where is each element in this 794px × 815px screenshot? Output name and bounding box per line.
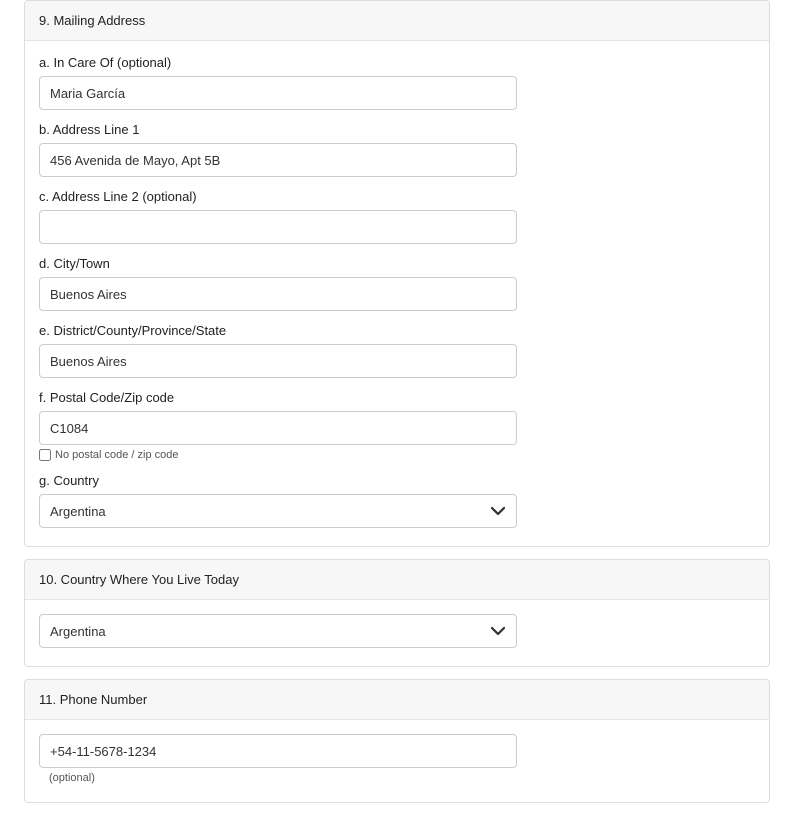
field-country: g. Country Argentina [39,473,755,528]
section-phone-number: 11. Phone Number (optional) [24,679,770,803]
label-postal-code: f. Postal Code/Zip code [39,390,755,405]
select-country-today[interactable]: Argentina [39,614,517,648]
label-district: e. District/County/Province/State [39,323,755,338]
field-postal-code: f. Postal Code/Zip code No postal code /… [39,390,755,461]
section-mailing-address-body: a. In Care Of (optional) b. Address Line… [25,41,769,546]
section-country-today: 10. Country Where You Live Today Argenti… [24,559,770,667]
input-phone-number[interactable] [39,734,517,768]
input-in-care-of[interactable] [39,76,517,110]
label-in-care-of: a. In Care Of (optional) [39,55,755,70]
select-country-today-wrapper: Argentina [39,614,517,648]
section-phone-number-body: (optional) [25,720,769,802]
section-mailing-address-header: 9. Mailing Address [25,1,769,41]
select-country-wrapper: Argentina [39,494,517,528]
section-country-today-body: Argentina [25,600,769,666]
select-country[interactable]: Argentina [39,494,517,528]
field-country-today: Argentina [39,614,755,648]
field-in-care-of: a. In Care Of (optional) [39,55,755,110]
section-phone-number-header: 11. Phone Number [25,680,769,720]
field-phone-number: (optional) [39,734,755,784]
field-address-line-1: b. Address Line 1 [39,122,755,177]
input-district[interactable] [39,344,517,378]
field-city-town: d. City/Town [39,256,755,311]
label-no-postal-code: No postal code / zip code [55,449,179,461]
input-city-town[interactable] [39,277,517,311]
label-address-line-2: c. Address Line 2 (optional) [39,189,755,204]
label-address-line-1: b. Address Line 1 [39,122,755,137]
section-mailing-address: 9. Mailing Address a. In Care Of (option… [24,0,770,547]
input-address-line-1[interactable] [39,143,517,177]
input-postal-code[interactable] [39,411,517,445]
label-city-town: d. City/Town [39,256,755,271]
no-postal-code-row: No postal code / zip code [39,449,755,461]
field-address-line-2: c. Address Line 2 (optional) [39,189,755,244]
field-district: e. District/County/Province/State [39,323,755,378]
input-address-line-2[interactable] [39,210,517,244]
checkbox-no-postal-code[interactable] [39,449,51,461]
section-country-today-header: 10. Country Where You Live Today [25,560,769,600]
label-country: g. Country [39,473,755,488]
helper-phone-optional: (optional) [49,772,755,784]
